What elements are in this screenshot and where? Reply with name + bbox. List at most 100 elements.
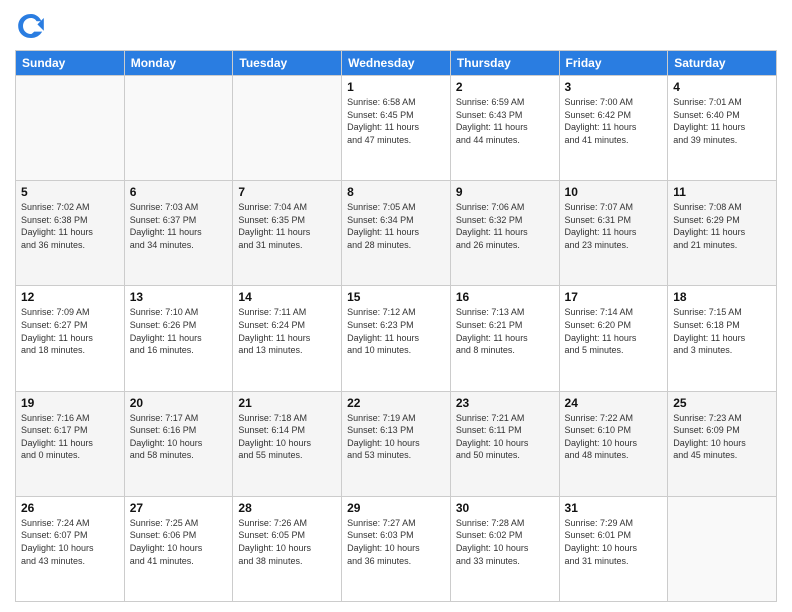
day-number: 6 [130,185,228,199]
day-number: 28 [238,501,336,515]
calendar-cell: 25Sunrise: 7:23 AM Sunset: 6:09 PM Dayli… [668,391,777,496]
day-info: Sunrise: 7:00 AM Sunset: 6:42 PM Dayligh… [565,96,663,146]
day-info: Sunrise: 7:07 AM Sunset: 6:31 PM Dayligh… [565,201,663,251]
day-info: Sunrise: 7:02 AM Sunset: 6:38 PM Dayligh… [21,201,119,251]
calendar-cell: 4 Sunrise: 7:01 AM Sunset: 6:40 PM Daylig… [668,76,777,181]
day-info: Sunrise: 7:25 AM Sunset: 6:06 PM Dayligh… [130,517,228,567]
calendar-cell: 5 Sunrise: 7:02 AM Sunset: 6:38 PM Daylig… [16,181,125,286]
calendar-cell: 19 Sunrise: 7:16 AM Sunset: 6:17 PM Dayli… [16,391,125,496]
day-number: 13 [130,290,228,304]
day-info: Sunrise: 7:03 AM Sunset: 6:37 PM Dayligh… [130,201,228,251]
calendar-cell: 9 Sunrise: 7:06 AM Sunset: 6:32 PM Daylig… [450,181,559,286]
day-info: Sunrise: 7:08 AM Sunset: 6:29 PM Dayligh… [673,201,771,251]
day-info: Sunrise: 6:59 AM Sunset: 6:43 PM Dayligh… [456,96,554,146]
day-number: 16 [456,290,554,304]
day-number: 7 [238,185,336,199]
col-sunday: Sunday [16,51,125,76]
day-info: Sunrise: 7:19 AM Sunset: 6:13 PM Dayligh… [347,412,445,462]
day-info: Sunrise: 7:06 AM Sunset: 6:32 PM Dayligh… [456,201,554,251]
calendar-cell: 16Sunrise: 7:13 AM Sunset: 6:21 PM Dayli… [450,286,559,391]
calendar-cell: 31 Sunrise: 7:29 AM Sunset: 6:01 PM Dayli… [559,496,668,601]
day-number: 30 [456,501,554,515]
day-info: Sunrise: 7:12 AM Sunset: 6:23 PM Dayligh… [347,306,445,356]
calendar-cell: 26Sunrise: 7:24 AM Sunset: 6:07 PM Dayli… [16,496,125,601]
day-info: Sunrise: 7:09 AM Sunset: 6:27 PM Dayligh… [21,306,119,356]
day-info: Sunrise: 7:28 AM Sunset: 6:02 PM Dayligh… [456,517,554,567]
header [15,10,777,42]
day-info: Sunrise: 7:05 AM Sunset: 6:34 PM Dayligh… [347,201,445,251]
calendar-cell: 6 Sunrise: 7:03 AM Sunset: 6:37 PM Daylig… [124,181,233,286]
calendar-cell: 14Sunrise: 7:11 AM Sunset: 6:24 PM Dayli… [233,286,342,391]
day-info: Sunrise: 7:15 AM Sunset: 6:18 PM Dayligh… [673,306,771,356]
calendar-cell: 15 Sunrise: 7:12 AM Sunset: 6:23 PM Dayli… [342,286,451,391]
day-info: Sunrise: 7:16 AM Sunset: 6:17 PM Dayligh… [21,412,119,462]
calendar-cell: 3 Sunrise: 7:00 AM Sunset: 6:42 PM Daylig… [559,76,668,181]
day-number: 25 [673,396,771,410]
calendar-cell: 12 Sunrise: 7:09 AM Sunset: 6:27 PM Dayli… [16,286,125,391]
calendar-cell: 21 Sunrise: 7:18 AM Sunset: 6:14 PM Dayli… [233,391,342,496]
day-number: 3 [565,80,663,94]
day-info: Sunrise: 7:29 AM Sunset: 6:01 PM Dayligh… [565,517,663,567]
day-info: Sunrise: 7:10 AM Sunset: 6:26 PM Dayligh… [130,306,228,356]
day-number: 8 [347,185,445,199]
page: Sunday Monday Tuesday Wednesday Thursday… [0,0,792,612]
day-number: 21 [238,396,336,410]
col-thursday: Thursday [450,51,559,76]
day-info: Sunrise: 7:22 AM Sunset: 6:10 PM Dayligh… [565,412,663,462]
calendar-cell: 27 Sunrise: 7:25 AM Sunset: 6:06 PM Dayli… [124,496,233,601]
calendar-cell: 28 Sunrise: 7:26 AM Sunset: 6:05 PM Dayli… [233,496,342,601]
day-info: Sunrise: 6:58 AM Sunset: 6:45 PM Dayligh… [347,96,445,146]
logo-icon [15,10,47,42]
calendar-cell: 24 Sunrise: 7:22 AM Sunset: 6:10 PM Dayli… [559,391,668,496]
day-number: 27 [130,501,228,515]
day-number: 17 [565,290,663,304]
col-saturday: Saturday [668,51,777,76]
calendar-cell: 23Sunrise: 7:21 AM Sunset: 6:11 PM Dayli… [450,391,559,496]
calendar-week-2: 5 Sunrise: 7:02 AM Sunset: 6:38 PM Daylig… [16,181,777,286]
day-info: Sunrise: 7:17 AM Sunset: 6:16 PM Dayligh… [130,412,228,462]
day-number: 2 [456,80,554,94]
calendar-cell: 10 Sunrise: 7:07 AM Sunset: 6:31 PM Dayli… [559,181,668,286]
calendar-cell: 22 Sunrise: 7:19 AM Sunset: 6:13 PM Dayli… [342,391,451,496]
day-info: Sunrise: 7:27 AM Sunset: 6:03 PM Dayligh… [347,517,445,567]
day-number: 5 [21,185,119,199]
calendar-cell [16,76,125,181]
col-monday: Monday [124,51,233,76]
day-number: 1 [347,80,445,94]
calendar-cell [124,76,233,181]
calendar-table: Sunday Monday Tuesday Wednesday Thursday… [15,50,777,602]
day-number: 18 [673,290,771,304]
calendar-cell: 30 Sunrise: 7:28 AM Sunset: 6:02 PM Dayli… [450,496,559,601]
day-info: Sunrise: 7:01 AM Sunset: 6:40 PM Dayligh… [673,96,771,146]
day-number: 15 [347,290,445,304]
calendar-week-1: 1 Sunrise: 6:58 AM Sunset: 6:45 PM Daylig… [16,76,777,181]
day-info: Sunrise: 7:14 AM Sunset: 6:20 PM Dayligh… [565,306,663,356]
day-number: 4 [673,80,771,94]
calendar-cell: 29 Sunrise: 7:27 AM Sunset: 6:03 PM Dayli… [342,496,451,601]
day-number: 24 [565,396,663,410]
day-info: Sunrise: 7:18 AM Sunset: 6:14 PM Dayligh… [238,412,336,462]
day-number: 26 [21,501,119,515]
calendar-cell: 18 Sunrise: 7:15 AM Sunset: 6:18 PM Dayli… [668,286,777,391]
day-info: Sunrise: 7:21 AM Sunset: 6:11 PM Dayligh… [456,412,554,462]
day-number: 19 [21,396,119,410]
day-info: Sunrise: 7:04 AM Sunset: 6:35 PM Dayligh… [238,201,336,251]
day-number: 12 [21,290,119,304]
day-number: 29 [347,501,445,515]
day-number: 20 [130,396,228,410]
calendar-week-4: 19 Sunrise: 7:16 AM Sunset: 6:17 PM Dayli… [16,391,777,496]
day-number: 10 [565,185,663,199]
calendar-cell: 20 Sunrise: 7:17 AM Sunset: 6:16 PM Dayli… [124,391,233,496]
calendar-cell: 1 Sunrise: 6:58 AM Sunset: 6:45 PM Daylig… [342,76,451,181]
day-number: 9 [456,185,554,199]
day-info: Sunrise: 7:11 AM Sunset: 6:24 PM Dayligh… [238,306,336,356]
calendar-cell: 8 Sunrise: 7:05 AM Sunset: 6:34 PM Daylig… [342,181,451,286]
day-info: Sunrise: 7:26 AM Sunset: 6:05 PM Dayligh… [238,517,336,567]
col-friday: Friday [559,51,668,76]
calendar-week-3: 12 Sunrise: 7:09 AM Sunset: 6:27 PM Dayli… [16,286,777,391]
day-number: 22 [347,396,445,410]
day-number: 31 [565,501,663,515]
calendar-cell [668,496,777,601]
col-wednesday: Wednesday [342,51,451,76]
calendar-header-row: Sunday Monday Tuesday Wednesday Thursday… [16,51,777,76]
